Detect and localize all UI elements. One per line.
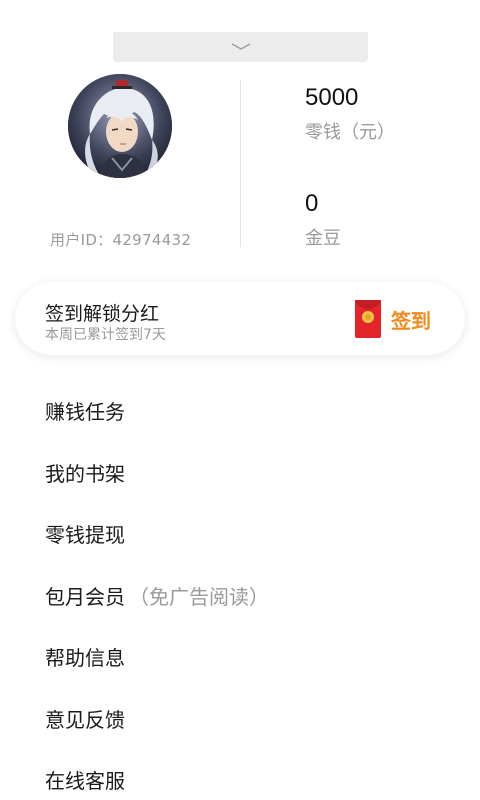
menu-item-label: 帮助信息 [45, 646, 125, 671]
user-id-label: 用户ID： [50, 231, 113, 249]
signin-subtitle: 本周已累计签到7天 [45, 327, 166, 343]
collapse-handle[interactable] [113, 32, 368, 62]
chevron-down-icon [231, 43, 250, 50]
signin-button-label: 签到 [391, 308, 431, 333]
menu-item-bookshelf[interactable]: 我的书架 [0, 442, 480, 504]
menu-item-label: 包月会员 [45, 584, 125, 609]
user-id-value: 42974432 [112, 231, 192, 249]
avatar[interactable] [68, 74, 172, 178]
balance-label: 零钱（元） [305, 122, 395, 143]
beans-value[interactable]: 0 [305, 190, 318, 218]
menu-item-note: （免广告阅读） [129, 584, 269, 609]
menu-item-monthly-membership[interactable]: 包月会员 （免广告阅读） [0, 565, 480, 627]
signin-title: 签到解锁分红 [45, 303, 160, 325]
menu-item-help[interactable]: 帮助信息 [0, 626, 480, 688]
red-envelope-icon [355, 300, 381, 338]
user-id: 用户ID：42974432 [50, 229, 191, 250]
avatar-image [68, 74, 172, 178]
menu-item-earn-tasks[interactable]: 赚钱任务 [0, 380, 480, 442]
menu-item-label: 意见反馈 [45, 707, 125, 732]
menu-item-label: 赚钱任务 [45, 400, 125, 425]
menu-item-feedback[interactable]: 意见反馈 [0, 688, 480, 750]
menu-item-label: 我的书架 [45, 461, 125, 486]
menu-item-withdraw[interactable]: 零钱提现 [0, 503, 480, 565]
signin-card[interactable]: 签到解锁分红 本周已累计签到7天 签到 [15, 282, 465, 355]
beans-label: 金豆 [305, 228, 341, 249]
menu-list: 赚钱任务 我的书架 零钱提现 包月会员 （免广告阅读） 帮助信息 意见反馈 在线客… [0, 380, 480, 800]
menu-item-label: 在线客服 [45, 769, 125, 794]
user-center-page: 用户ID：42974432 5000 零钱（元） 0 金豆 签到解锁分红 本周已… [0, 0, 480, 800]
divider [240, 80, 241, 247]
menu-item-label: 零钱提现 [45, 523, 125, 548]
menu-item-online-support[interactable]: 在线客服 [0, 749, 480, 800]
balance-value[interactable]: 5000 [305, 84, 358, 112]
signin-button[interactable]: 签到 [355, 300, 431, 338]
